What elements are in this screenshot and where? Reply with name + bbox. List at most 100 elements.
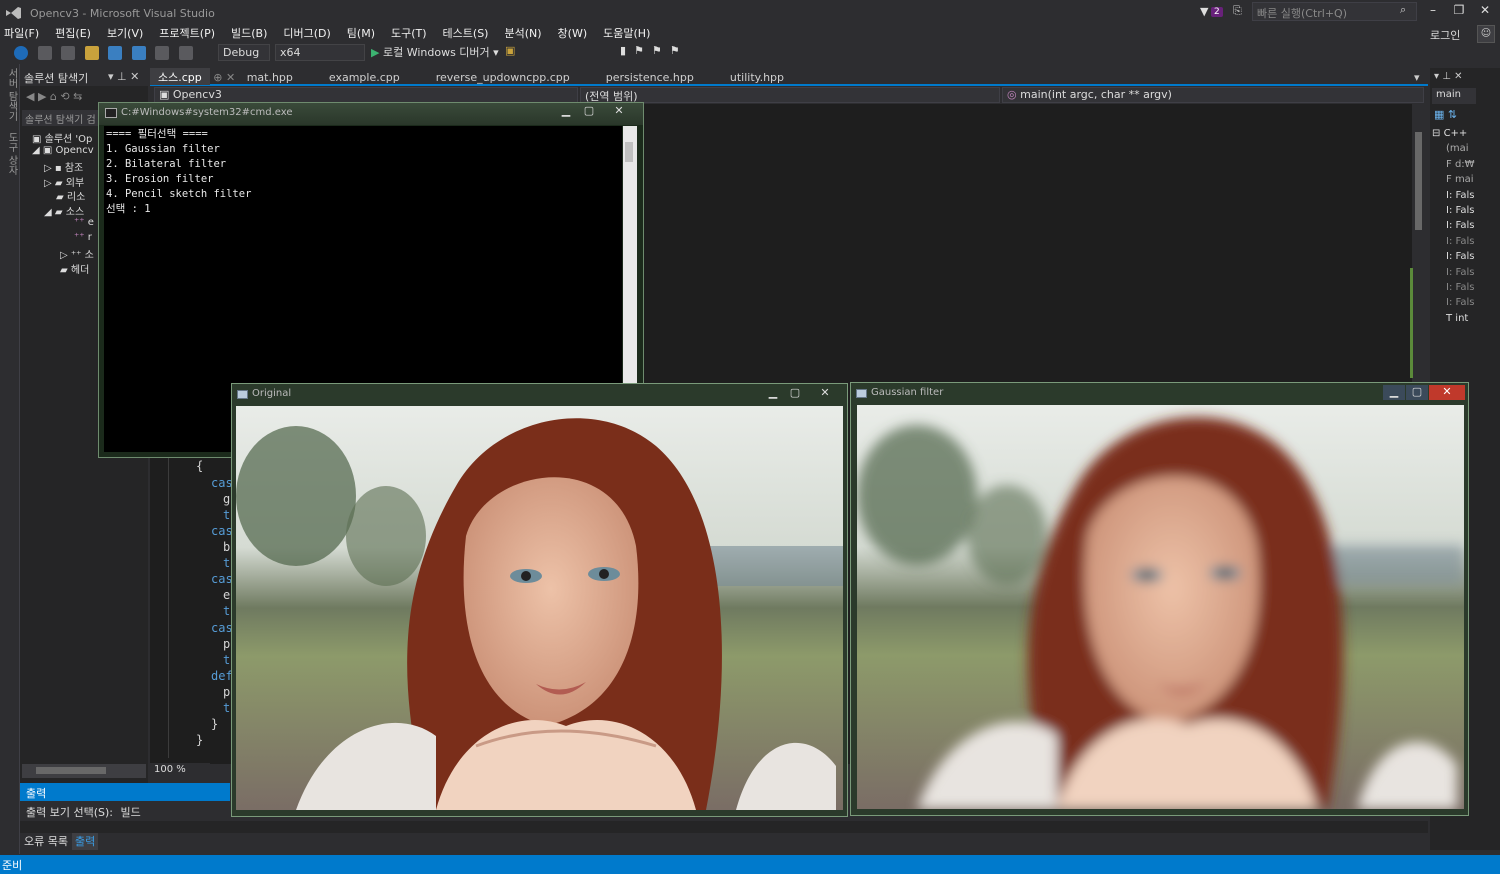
undo-icon[interactable] bbox=[155, 46, 169, 60]
code-fragment: { bbox=[196, 459, 204, 473]
original-title: Original bbox=[252, 388, 292, 399]
list-item[interactable]: I: Fals bbox=[1432, 205, 1500, 220]
menu-analyze[interactable]: 분석(N) bbox=[496, 26, 549, 42]
original-close-button[interactable]: ✕ bbox=[814, 386, 836, 401]
menu-build[interactable]: 빌드(B) bbox=[223, 26, 275, 42]
platform-select[interactable]: x64 bbox=[275, 44, 365, 61]
gaussian-minimize-button[interactable]: ▁ bbox=[1383, 385, 1405, 400]
forward-icon[interactable] bbox=[37, 46, 52, 60]
original-window[interactable]: Original ▁ ▢ ✕ bbox=[231, 383, 848, 817]
visual-studio-logo bbox=[6, 7, 21, 19]
original-minimize-button[interactable]: ▁ bbox=[762, 386, 784, 401]
search-icon[interactable]: ⌕ bbox=[1400, 3, 1406, 17]
gaussian-image bbox=[857, 405, 1464, 809]
login-link[interactable]: 로그인 bbox=[1430, 27, 1460, 43]
zoom-select[interactable]: 100 % bbox=[150, 763, 210, 779]
menu-bar: 파일(F) 편집(E) 보기(V) 프로젝트(P) 빌드(B) 디버그(D) 팀(M) 도구(… bbox=[0, 26, 1500, 44]
close-button[interactable]: ✕ bbox=[1474, 3, 1496, 21]
list-item[interactable]: I: Fals bbox=[1432, 220, 1500, 235]
run-button[interactable]: ▶ 로컬 Windows 디버거 ▾ bbox=[371, 44, 499, 60]
editor-tabs: 소스.cpp ⊕ ✕ mat.hpp example.cpp reverse_upd… bbox=[150, 68, 1428, 86]
cmd-icon bbox=[105, 108, 117, 118]
tab-persistence-hpp[interactable]: persistence.hpp bbox=[598, 70, 702, 87]
pin-icon[interactable]: ▾ ⊥ ✕ bbox=[108, 70, 139, 83]
view-icons[interactable]: ▦ ⇅ bbox=[1434, 108, 1457, 121]
list-item[interactable]: F mai bbox=[1432, 174, 1500, 189]
output-body bbox=[20, 821, 1428, 833]
menu-help[interactable]: 도움말(H) bbox=[595, 26, 658, 42]
list-item[interactable]: F d:₩ bbox=[1432, 159, 1500, 174]
project-select[interactable]: ▣ Opencv3 bbox=[154, 87, 578, 103]
menu-team[interactable]: 팀(M) bbox=[339, 26, 383, 42]
save-all-icon[interactable] bbox=[131, 46, 146, 60]
redo-icon[interactable] bbox=[178, 46, 193, 60]
function-select[interactable]: ◎ main(int argc, char ** argv) bbox=[1002, 87, 1424, 103]
menu-edit[interactable]: 편집(E) bbox=[47, 26, 99, 42]
tab-reverse-updowncpp[interactable]: reverse_updowncpp.cpp bbox=[428, 70, 578, 87]
menu-test[interactable]: 테스트(S) bbox=[435, 26, 497, 42]
notification-badge[interactable]: 2 bbox=[1211, 7, 1223, 17]
avatar[interactable]: ☺ bbox=[1477, 25, 1495, 43]
tab-output[interactable]: 출력 bbox=[71, 833, 99, 850]
cmd-scrollbar[interactable] bbox=[623, 126, 637, 388]
tab-error-list[interactable]: 오류 목록 bbox=[20, 833, 72, 850]
horizontal-scrollbar[interactable] bbox=[22, 764, 146, 778]
menu-project[interactable]: 프로젝트(P) bbox=[151, 26, 223, 42]
list-item[interactable]: I: Fals bbox=[1432, 251, 1500, 266]
solution-toolbar-icons[interactable]: ◀ ▶ ⌂ ⟲ ⇆ bbox=[26, 90, 82, 103]
cmd-line: 1. Gaussian filter bbox=[106, 143, 220, 155]
cmd-line: ==== 필터선택 ==== bbox=[106, 128, 208, 140]
tab-utility-hpp[interactable]: utility.hpp bbox=[722, 70, 792, 87]
menu-view[interactable]: 보기(V) bbox=[99, 26, 151, 42]
tab-source-cpp[interactable]: 소스.cpp bbox=[150, 68, 210, 85]
list-item[interactable]: I: Fals bbox=[1432, 282, 1500, 297]
bookmark-icons[interactable]: ▮⚑⚑⚑ bbox=[620, 44, 688, 57]
list-item[interactable]: I: Fals bbox=[1432, 190, 1500, 205]
menu-tools[interactable]: 도구(T) bbox=[383, 26, 435, 42]
menu-window[interactable]: 창(W) bbox=[550, 26, 596, 42]
back-icon[interactable] bbox=[14, 46, 28, 60]
list-item[interactable]: I: Fals bbox=[1432, 267, 1500, 282]
list-item[interactable]: T int bbox=[1432, 313, 1500, 328]
list-item[interactable]: ⊟ C++ bbox=[1432, 128, 1500, 143]
cmd-close-button[interactable]: ✕ bbox=[608, 104, 630, 119]
output-source-row[interactable]: 출력 보기 선택(S): 빌드 bbox=[20, 802, 230, 820]
restore-button[interactable]: ❐ bbox=[1448, 3, 1470, 21]
config-select[interactable]: Debug bbox=[218, 44, 270, 61]
tab-dropdown-icon[interactable]: ▾ bbox=[1414, 71, 1420, 84]
tab-example-cpp[interactable]: example.cpp bbox=[321, 70, 408, 87]
original-maximize-button[interactable]: ▢ bbox=[784, 386, 806, 401]
list-item[interactable]: (mai bbox=[1432, 143, 1500, 158]
minimize-button[interactable]: – bbox=[1422, 3, 1444, 21]
cmd-minimize-button[interactable]: ▁ bbox=[555, 104, 577, 119]
list-item[interactable]: I: Fals bbox=[1432, 236, 1500, 251]
tab-mat-hpp[interactable]: mat.hpp bbox=[239, 70, 301, 87]
cmd-line: 선택 : 1 bbox=[106, 203, 151, 215]
toolbox-tab[interactable]: 도구 상자 bbox=[4, 132, 19, 175]
menu-file[interactable]: 파일(F) bbox=[0, 26, 47, 42]
quick-launch-input[interactable]: 빠른 실행(Ctrl+Q) bbox=[1252, 2, 1417, 21]
feedback-icon[interactable]: ⎘ bbox=[1233, 4, 1242, 18]
open-icon[interactable] bbox=[84, 46, 99, 60]
list-item[interactable]: I: Fals bbox=[1432, 297, 1500, 312]
code-fragment: } bbox=[196, 733, 204, 747]
new-project-icon[interactable] bbox=[61, 46, 75, 60]
filter-icon[interactable]: ▼ bbox=[1200, 5, 1208, 18]
gaussian-maximize-button[interactable]: ▢ bbox=[1406, 385, 1428, 400]
server-explorer-tab[interactable]: 서버 탐색기 bbox=[4, 68, 19, 121]
cmd-line: 4. Pencil sketch filter bbox=[106, 188, 252, 200]
pin-icon[interactable]: ⊕ ✕ bbox=[210, 71, 239, 84]
menu-debug[interactable]: 디버그(D) bbox=[275, 26, 338, 42]
gaussian-close-button[interactable]: ✕ bbox=[1429, 385, 1465, 400]
change-marker bbox=[1410, 268, 1413, 378]
save-icon[interactable] bbox=[108, 46, 122, 60]
original-image bbox=[236, 406, 843, 810]
scrollbar-thumb[interactable] bbox=[1415, 132, 1422, 230]
scope-combo[interactable]: main bbox=[1432, 88, 1476, 104]
attach-icon[interactable]: ▣ bbox=[505, 44, 515, 57]
scope-select[interactable]: (전역 범위) bbox=[580, 87, 1000, 103]
cmd-maximize-button[interactable]: ▢ bbox=[578, 104, 600, 119]
gaussian-window[interactable]: Gaussian filter ▁ ▢ ✕ bbox=[850, 382, 1469, 816]
panel-controls[interactable]: ▾ ⊥ ✕ bbox=[1434, 71, 1462, 82]
window-title: Opencv3 - Microsoft Visual Studio bbox=[30, 7, 215, 20]
